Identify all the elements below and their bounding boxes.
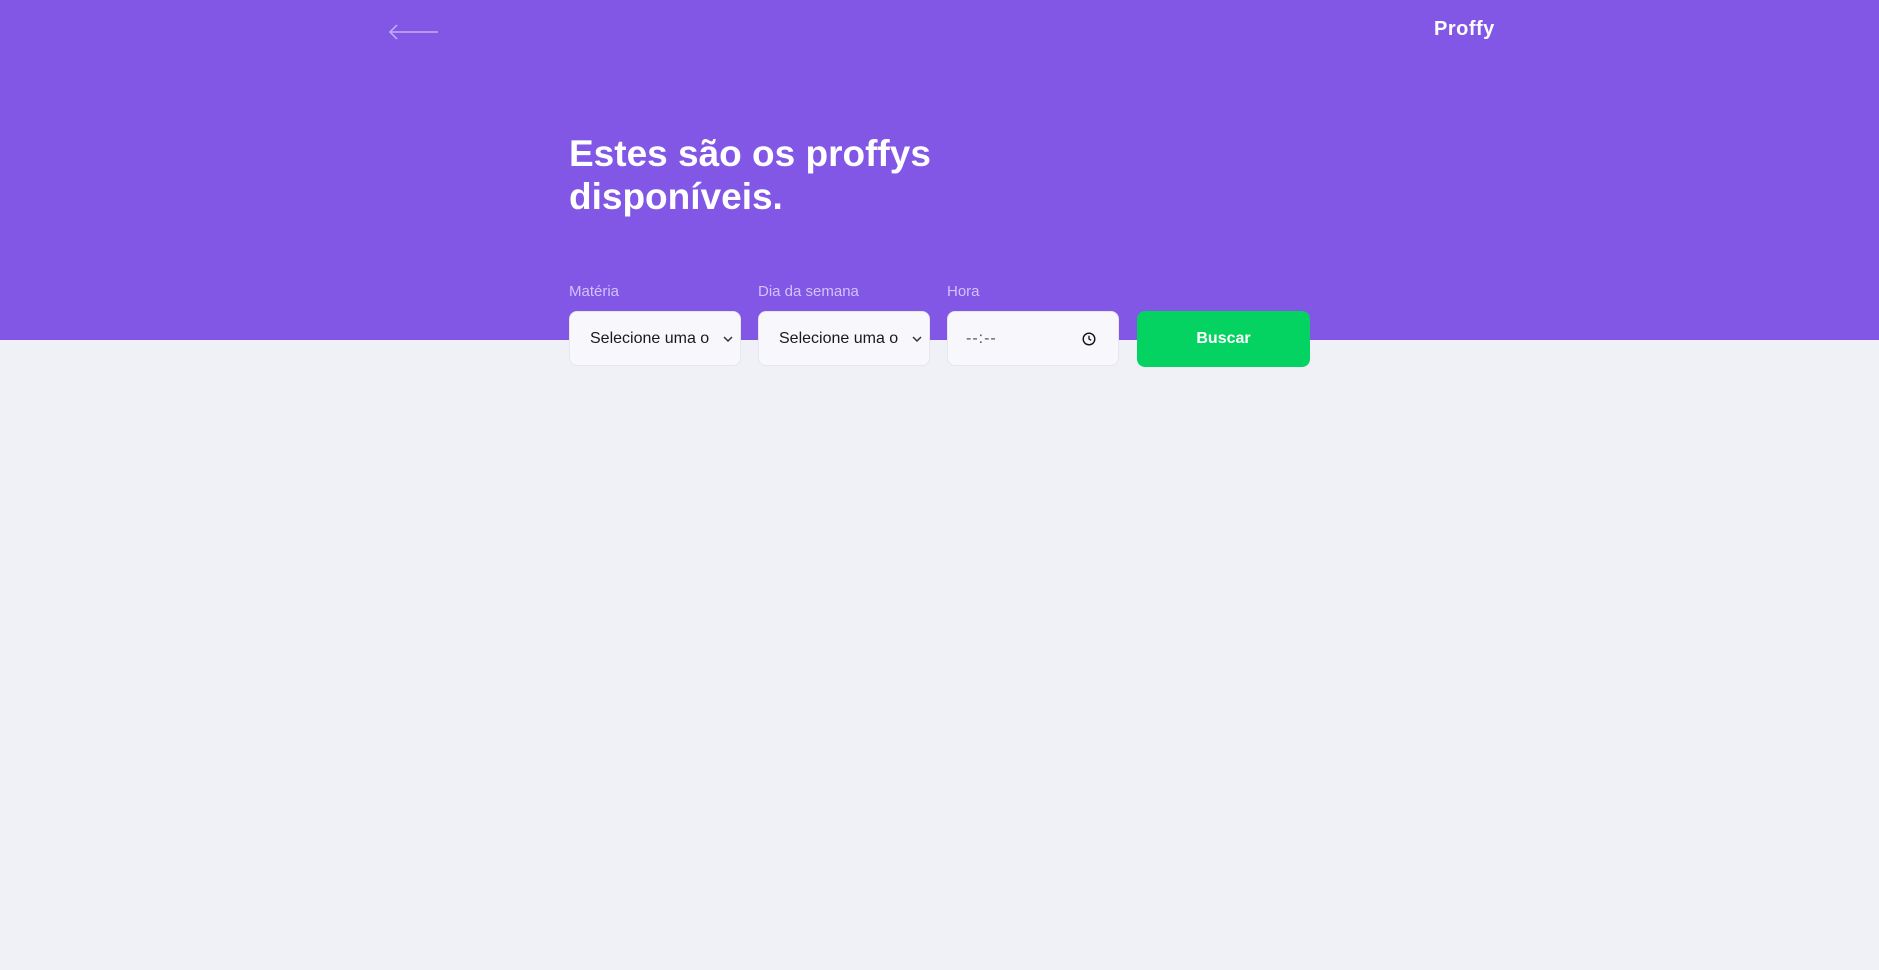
page-title: Estes são os proffys disponíveis. <box>569 132 989 218</box>
time-input[interactable]: --:-- <box>947 311 1119 366</box>
page-header: Proffy Estes são os proffys disponíveis.… <box>0 0 1879 340</box>
subject-label: Matéria <box>569 283 620 300</box>
title-line-1: Estes são os proffys <box>569 133 931 174</box>
search-button[interactable]: Buscar <box>1137 311 1310 367</box>
week-day-select[interactable]: Selecione uma op <box>758 311 930 366</box>
chevron-down-icon <box>912 336 922 343</box>
back-arrow-icon[interactable] <box>388 22 440 42</box>
subject-select[interactable]: Selecione uma op <box>569 311 741 366</box>
clock-icon[interactable] <box>1082 332 1096 346</box>
time-input-value: --:-- <box>966 330 997 347</box>
week-day-select-value: Selecione uma op <box>779 330 899 347</box>
logo: Proffy <box>1434 18 1495 40</box>
time-label: Hora <box>947 283 980 300</box>
subject-select-value: Selecione uma op <box>590 330 710 347</box>
chevron-down-icon <box>723 336 733 343</box>
title-line-2: disponíveis. <box>569 176 783 217</box>
week-day-label: Dia da semana <box>758 283 859 300</box>
